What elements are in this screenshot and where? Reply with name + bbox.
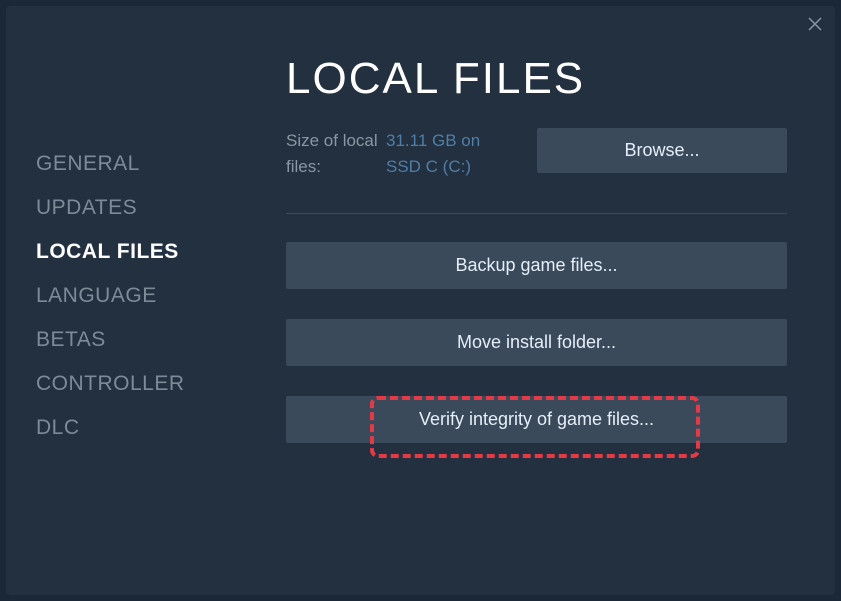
sidebar-item-betas[interactable]: BETAS (36, 318, 238, 362)
properties-dialog: GENERAL UPDATES LOCAL FILES LANGUAGE BET… (6, 6, 835, 595)
page-title: LOCAL FILES (286, 54, 787, 104)
verify-integrity-button[interactable]: Verify integrity of game files... (286, 396, 787, 443)
sidebar-item-language[interactable]: LANGUAGE (36, 274, 238, 318)
close-button[interactable] (803, 12, 827, 36)
local-files-info-row: Size of local files: 31.11 GB on SSD C (… (286, 128, 787, 214)
sidebar-item-dlc[interactable]: DLC (36, 406, 238, 450)
sidebar-item-updates[interactable]: UPDATES (36, 186, 238, 230)
browse-button[interactable]: Browse... (537, 128, 787, 173)
close-icon (807, 16, 823, 32)
sidebar-item-local-files[interactable]: LOCAL FILES (36, 230, 238, 274)
sidebar-item-general[interactable]: GENERAL (36, 142, 238, 186)
move-install-folder-button[interactable]: Move install folder... (286, 319, 787, 366)
backup-game-files-button[interactable]: Backup game files... (286, 242, 787, 289)
sidebar-nav: GENERAL UPDATES LOCAL FILES LANGUAGE BET… (6, 6, 238, 595)
main-panel: LOCAL FILES Size of local files: 31.11 G… (238, 6, 835, 595)
size-label: Size of local files: (286, 128, 386, 179)
sidebar-item-controller[interactable]: CONTROLLER (36, 362, 238, 406)
size-value: 31.11 GB on SSD C (C:) (386, 128, 516, 179)
